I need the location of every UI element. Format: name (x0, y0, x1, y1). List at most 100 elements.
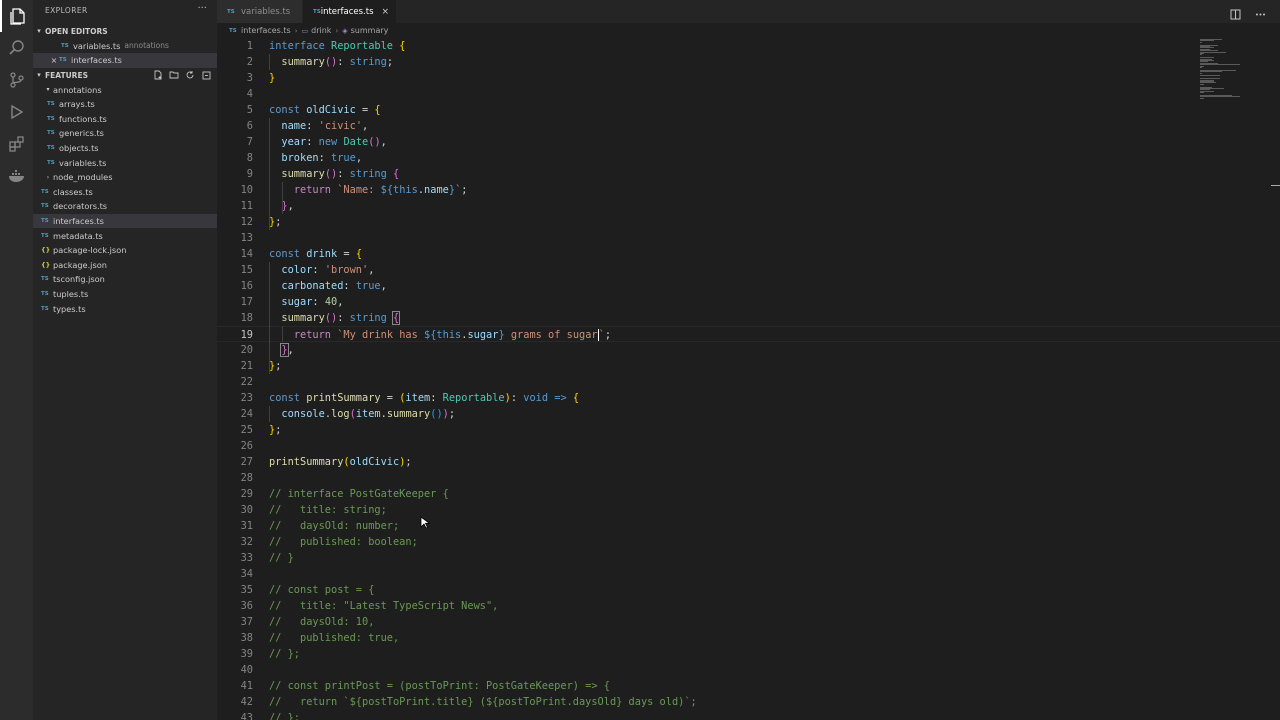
activity-bar (0, 0, 33, 720)
line-number: 33 (240, 552, 253, 564)
code-line[interactable]: 16 carbonated: true, (217, 278, 1280, 294)
code-text: // published: true, (269, 632, 400, 644)
tree-item-variables[interactable]: TS variables.ts (33, 155, 217, 170)
code-line[interactable]: 7 year: new Date(), (217, 134, 1280, 150)
code-line[interactable]: 37 // daysOld: 10, (217, 614, 1280, 630)
code-line[interactable]: 34 (217, 566, 1280, 582)
code-line[interactable]: 27 printSummary(oldCivic); (217, 454, 1280, 470)
tree-item-interfaces[interactable]: TS interfaces.ts (33, 213, 217, 229)
run-debug-icon[interactable] (0, 96, 33, 128)
source-control-icon[interactable] (0, 64, 33, 96)
code-line[interactable]: 42 // return `${postToPrint.title} (${pos… (217, 694, 1280, 710)
code-line[interactable]: 3} (217, 70, 1280, 86)
tree-item-package[interactable]: {} package.json (33, 258, 217, 273)
code-line[interactable]: 43 // }; (217, 710, 1280, 720)
tree-item-package-lock[interactable]: {} package-lock.json (33, 243, 217, 258)
features-header[interactable]: ▾ FEATURES (33, 68, 217, 82)
line-number: 35 (240, 584, 253, 596)
code-text: sugar: 40, (281, 296, 344, 308)
code-line[interactable]: 22 (217, 374, 1280, 390)
tab-variables[interactable]: TS variables.ts (217, 0, 303, 23)
open-editor-interfaces[interactable]: × TS interfaces.ts (33, 53, 217, 68)
files-icon[interactable] (0, 0, 33, 32)
code-line[interactable]: 4 (217, 86, 1280, 102)
code-line[interactable]: 8 broken: true, (217, 150, 1280, 166)
tree-item-functions[interactable]: TS functions.ts (33, 112, 217, 127)
line-number: 21 (240, 360, 253, 372)
tree-item-tsconfig[interactable]: TS tsconfig.json (33, 272, 217, 287)
code-line[interactable]: 40 (217, 662, 1280, 678)
code-line[interactable]: 11 }, (217, 198, 1280, 214)
code-line[interactable]: 19 return `My drink has ${this.sugar} gr… (217, 326, 1280, 342)
code-line[interactable]: 28 (217, 470, 1280, 486)
code-line[interactable]: 18 summary(): string { (217, 310, 1280, 326)
code-line[interactable]: 21}; (217, 358, 1280, 374)
code-line[interactable]: 17 sugar: 40, (217, 294, 1280, 310)
minimap[interactable] (1200, 38, 1272, 158)
code-line[interactable]: 9 summary(): string { (217, 166, 1280, 182)
code-line[interactable]: 38 // published: true, (217, 630, 1280, 646)
code-line[interactable]: 6 name: 'civic', (217, 118, 1280, 134)
code-line[interactable]: 14 const drink = { (217, 246, 1280, 262)
line-number: 25 (240, 424, 253, 436)
tab-label: variables.ts (241, 6, 291, 17)
code-line[interactable]: 1 interface Reportable { (217, 38, 1280, 54)
new-folder-icon[interactable] (169, 70, 179, 80)
tab-interfaces[interactable]: TS interfaces.ts × (303, 0, 397, 23)
extensions-icon[interactable] (0, 128, 33, 160)
search-icon[interactable] (0, 32, 33, 64)
docker-icon[interactable] (0, 160, 33, 192)
collapse-all-icon[interactable] (201, 70, 211, 80)
minimap-line (1200, 67, 1202, 68)
tree-item-arrays[interactable]: TS arrays.ts (33, 97, 217, 112)
more-actions-icon[interactable]: ··· (197, 3, 207, 14)
tree-folder-node-modules[interactable]: › node_modules (33, 170, 217, 185)
split-editor-icon[interactable] (1230, 5, 1241, 24)
breadcrumb-file[interactable]: interfaces.ts (241, 26, 291, 35)
code-line[interactable]: 12}; (217, 214, 1280, 230)
close-icon[interactable]: × (49, 56, 59, 65)
code-line[interactable]: 30 // title: string; (217, 502, 1280, 518)
scrollbar-indicator[interactable] (1271, 185, 1280, 186)
tree-item-tuples[interactable]: TS tuples.ts (33, 287, 217, 302)
code-line[interactable]: 20 }, (217, 342, 1280, 358)
more-actions-icon[interactable] (1255, 5, 1266, 24)
code-line[interactable]: 5 const oldCivic = { (217, 102, 1280, 118)
code-line[interactable]: 33 // } (217, 550, 1280, 566)
tree-item-decorators[interactable]: TS decorators.ts (33, 199, 217, 214)
tree-folder-annotations[interactable]: ▾ annotations (33, 82, 217, 97)
code-line[interactable]: 23 const printSummary = (item: Reportable… (217, 390, 1280, 406)
code-line[interactable]: 35 // const post = { (217, 582, 1280, 598)
close-icon[interactable]: × (382, 7, 390, 17)
code-line[interactable]: 15 color: 'brown', (217, 262, 1280, 278)
open-editor-variables[interactable]: TS variables.ts annotations (33, 39, 217, 54)
open-editors-header[interactable]: ▾ OPEN EDITORS (33, 24, 217, 38)
tree-item-generics[interactable]: TS generics.ts (33, 126, 217, 141)
new-file-icon[interactable] (153, 70, 163, 80)
tree-item-metadata[interactable]: TS metadata.ts (33, 228, 217, 243)
tree-item-classes[interactable]: TS classes.ts (33, 185, 217, 200)
breadcrumb-symbol-summary[interactable]: summary (351, 26, 389, 35)
tree-item-types[interactable]: TS types.ts (33, 301, 217, 316)
code-line[interactable]: 2 summary(): string; (217, 54, 1280, 70)
code-line[interactable]: 26 (217, 438, 1280, 454)
code-line[interactable]: 25}; (217, 422, 1280, 438)
code-line[interactable]: 10 return `Name: ${this.name}`; (217, 182, 1280, 198)
code-editor[interactable]: 1 interface Reportable {2 summary(): stri… (217, 38, 1280, 720)
code-line[interactable]: 31 // daysOld: number; (217, 518, 1280, 534)
code-line[interactable]: 29 // interface PostGateKeeper { (217, 486, 1280, 502)
refresh-icon[interactable] (185, 70, 195, 80)
breadcrumb-symbol-drink[interactable]: drink (311, 26, 331, 35)
code-line[interactable]: 32 // published: boolean; (217, 534, 1280, 550)
open-editors-label: OPEN EDITORS (45, 26, 108, 36)
code-line[interactable]: 36 // title: "Latest TypeScript News", (217, 598, 1280, 614)
code-line[interactable]: 41 // const printPost = (postToPrint: Pos… (217, 678, 1280, 694)
code-text: summary(): string { (281, 168, 400, 180)
line-number: 29 (240, 488, 253, 500)
tree-item-objects[interactable]: TS objects.ts (33, 141, 217, 156)
code-line[interactable]: 24 console.log(item.summary()); (217, 406, 1280, 422)
code-line[interactable]: 39 // }; (217, 646, 1280, 662)
code-line[interactable]: 13 (217, 230, 1280, 246)
ts-file-icon: TS (41, 232, 49, 239)
line-number: 28 (240, 472, 253, 484)
